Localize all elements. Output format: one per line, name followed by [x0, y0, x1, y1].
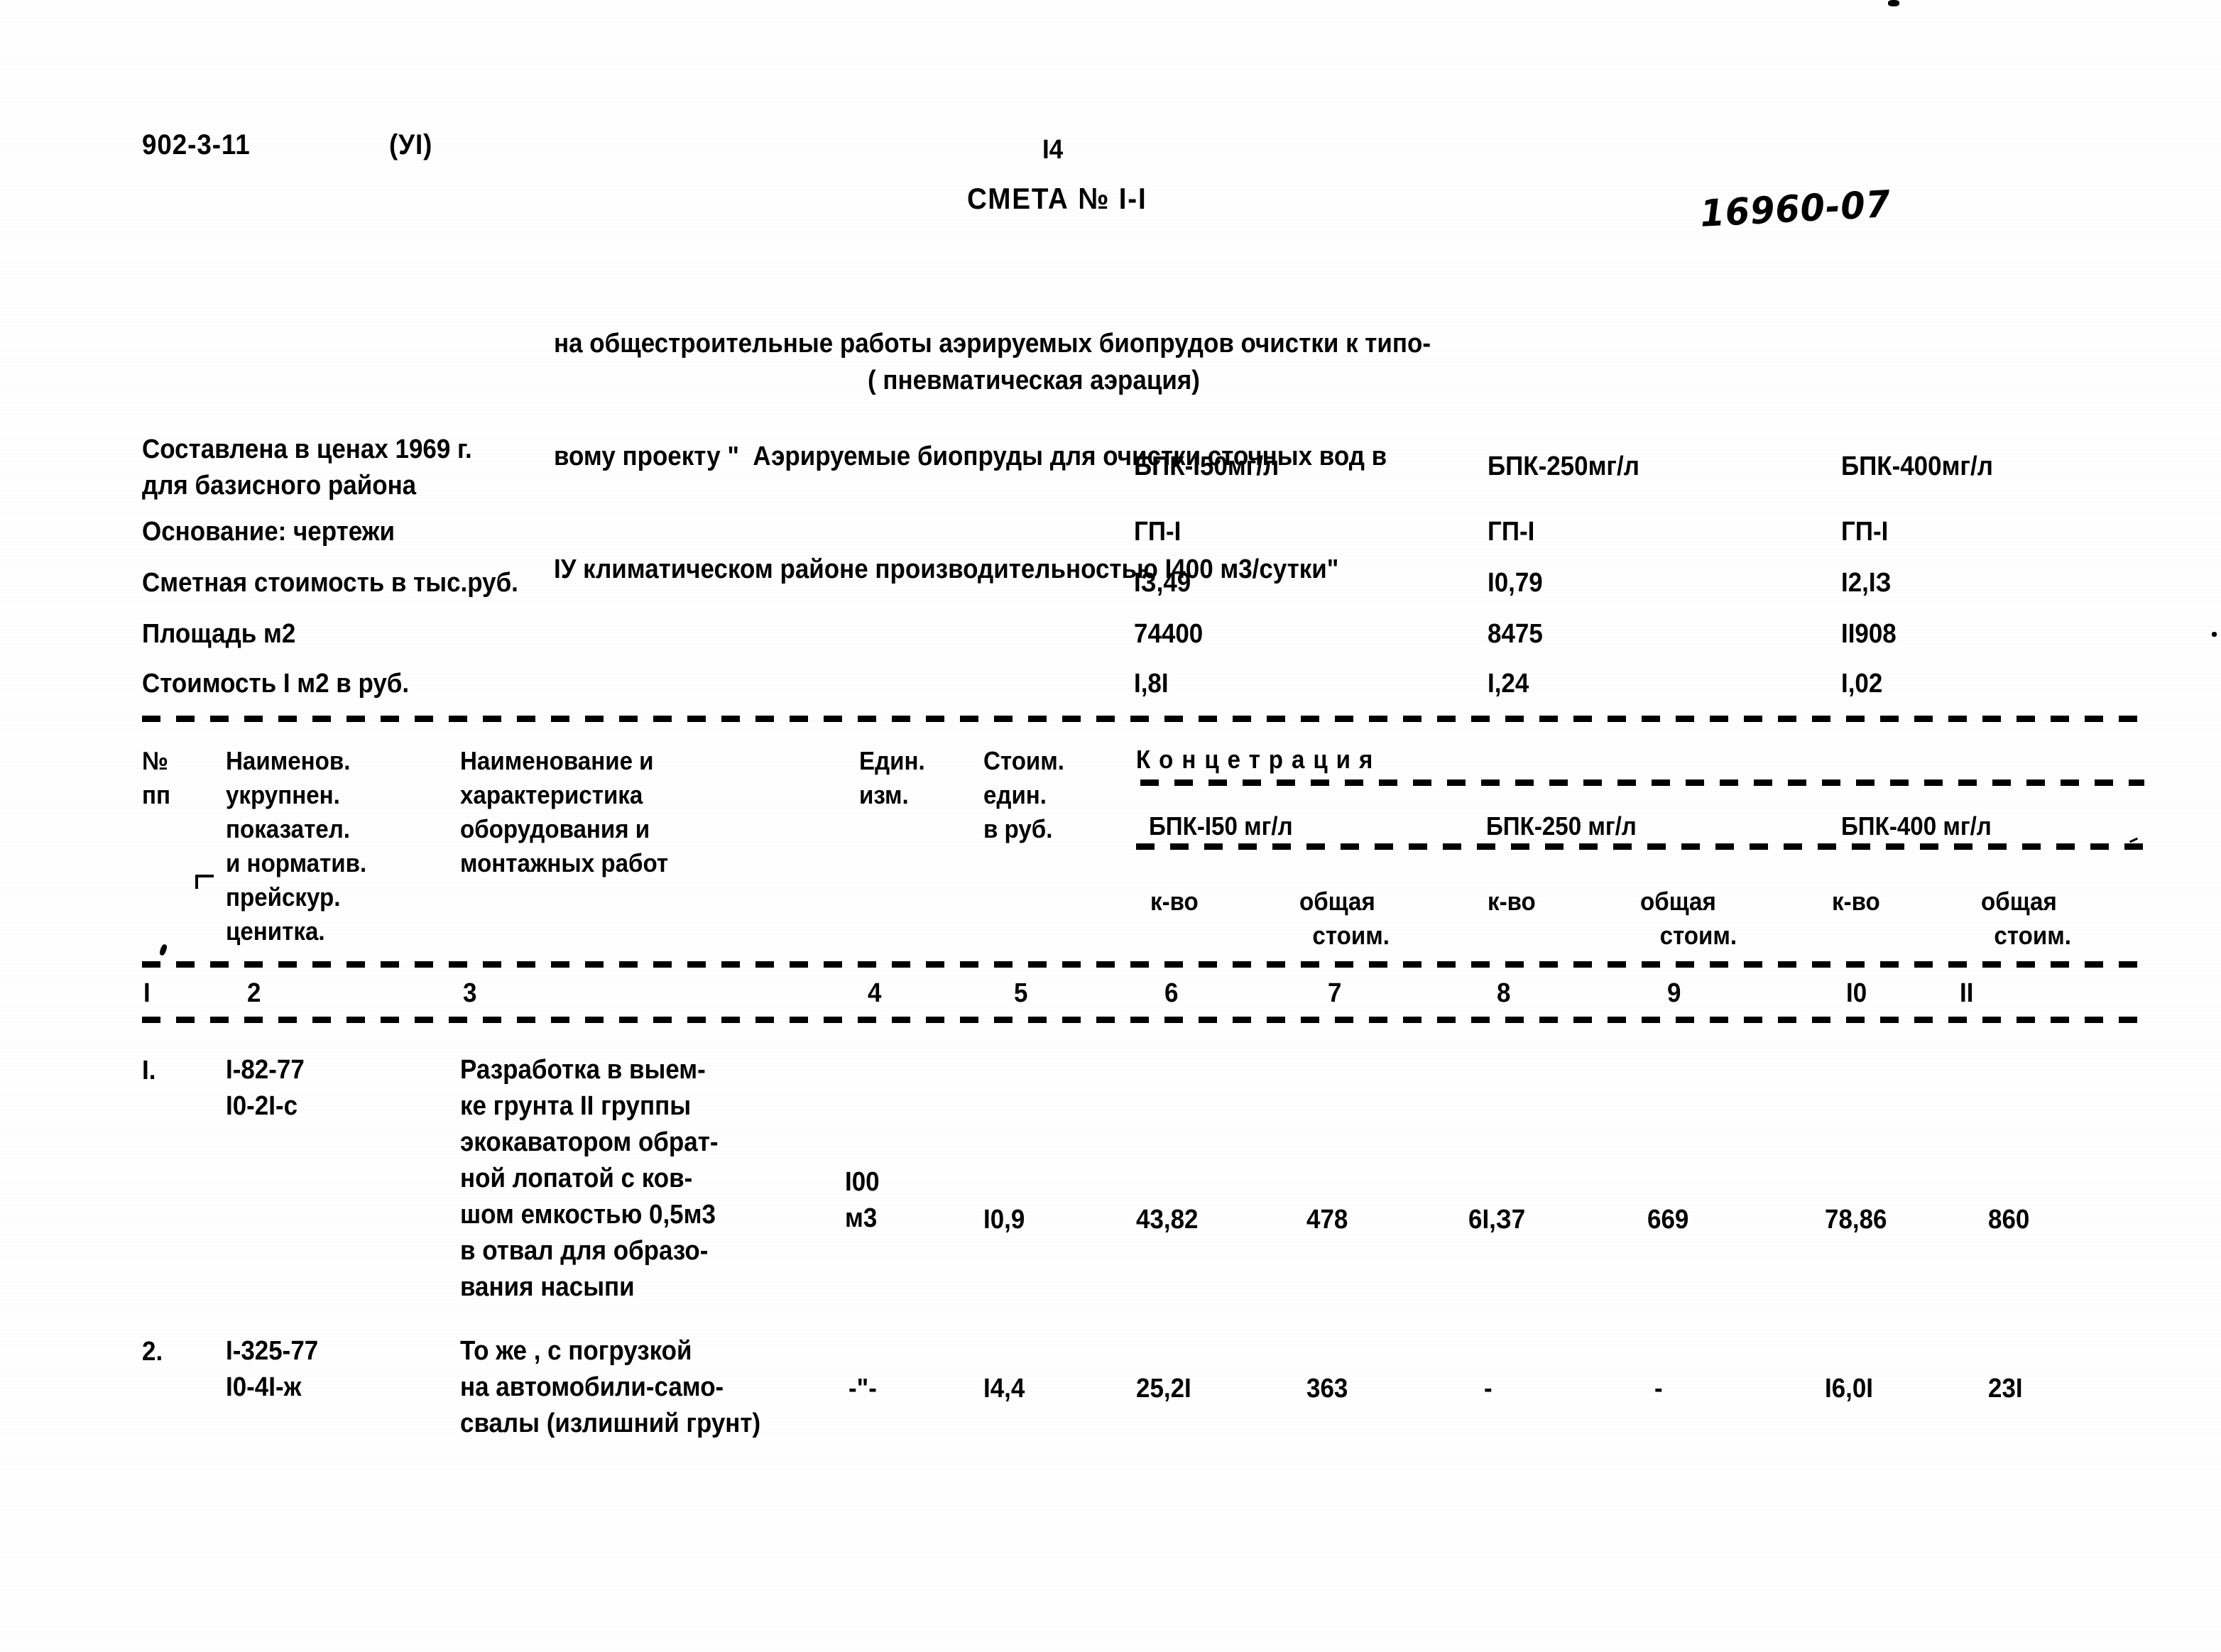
row-2-unit-cost: І4,4: [983, 1374, 1025, 1404]
table-header-col-3: Наименование и характеристика оборудован…: [460, 746, 669, 877]
info-value-stoimost-m2-a: І,8І: [1134, 669, 1169, 699]
column-number-9: 9: [1667, 978, 1681, 1008]
info-label-prices: Составлена в ценах 1969 г. для базисного…: [142, 432, 472, 504]
info-value-osnovanie-b: ГП-І: [1488, 517, 1535, 547]
table-header-bpk-400: БПК-400 мг/л: [1841, 811, 1992, 841]
row-1-bpk150-total: 478: [1306, 1205, 1348, 1235]
info-label-stoimost-m2: Стоимость І м2 в руб.: [142, 669, 410, 699]
info-value-smetnaya-b: І0,79: [1488, 568, 1543, 598]
info-value-bpk-400: БПК-400мг/л: [1841, 452, 1993, 481]
colnum-top-rule: [142, 961, 2144, 968]
row-2-number: 2.: [142, 1337, 163, 1367]
info-value-osnovanie-c: ГП-І: [1841, 517, 1889, 547]
handwritten-archive-code: 16960-07: [1699, 182, 1892, 236]
info-value-stoimost-m2-b: І,24: [1488, 669, 1529, 699]
table-header-concentration: Концетрация: [1136, 745, 1382, 774]
info-label-smetnaya-stoimost: Сметная стоимость в тыс.руб.: [142, 568, 518, 598]
table-top-rule: [142, 716, 2144, 722]
table-subheader-qty-400: к-во: [1832, 887, 1880, 916]
row-2-bpk150-qty: 25,2І: [1136, 1374, 1191, 1404]
column-number-10: І0: [1846, 978, 1867, 1008]
info-value-ploshad-a: 74400: [1134, 619, 1204, 649]
table-header-col-4: Един. изм.: [859, 746, 925, 809]
info-label-prices-line2: для базисного района: [142, 471, 417, 500]
table-header-col-5: Стоим. един. в руб.: [983, 746, 1065, 843]
table-subheader-total-400: общая стоим.: [1981, 887, 2071, 950]
page-number: І4: [1042, 135, 1064, 165]
row-2-description: То же , с погрузкой на автомобили-само- …: [460, 1336, 761, 1438]
info-value-bpk-250: БПК-250мг/л: [1488, 452, 1639, 481]
column-number-4: 4: [868, 978, 882, 1008]
colnum-bottom-rule: [142, 1017, 2144, 1023]
table-header-col-2: Наименов. укрупнен. показател. и нормати…: [226, 746, 367, 946]
row-1-description: Разработка в выем- ке грунта ІІ группы э…: [460, 1055, 719, 1302]
column-number-8: 8: [1497, 978, 1511, 1008]
bpk-subheader-rule: [1136, 843, 2144, 850]
concentration-rule: [1140, 779, 2144, 786]
row-2-bpk150-total: 363: [1306, 1374, 1348, 1404]
info-value-smetnaya-c: І2,ІЗ: [1841, 568, 1892, 598]
scan-speck-right: [2212, 632, 2217, 637]
column-number-1: І: [143, 978, 151, 1008]
scan-tick-mark: [2129, 837, 2139, 843]
table-subheader-qty-150: к-во: [1150, 887, 1199, 916]
subtitle-line-4: ( пневматическая аэрация): [868, 366, 1200, 395]
row-1-bpk400-total: 860: [1988, 1205, 2030, 1235]
column-number-7: 7: [1328, 978, 1342, 1008]
row-1-unit-cost: І0,9: [983, 1205, 1025, 1235]
row-1-unit: І00 м3: [845, 1167, 880, 1233]
column-number-11: ІІ: [1960, 978, 1974, 1008]
info-label-ploshad: Площадь м2: [142, 619, 296, 649]
table-subheader-qty-250: к-во: [1488, 887, 1536, 916]
info-value-osnovanie-a: ГП-І: [1134, 517, 1182, 547]
row-2-code: І-325-77 І0-4І-ж: [226, 1336, 319, 1402]
row-2-bpk400-total: 23І: [1988, 1374, 2023, 1404]
row-2-bpk400-qty: І6,0І: [1825, 1374, 1874, 1404]
table-subheader-total-250: общая стоим.: [1640, 887, 1737, 950]
row-1-bpk400-qty: 78,86: [1825, 1205, 1887, 1235]
subtitle-line-3: ІУ климатическом районе производительнос…: [554, 554, 1339, 584]
document-subtitle: на общестроительные работы аэрируемых би…: [554, 250, 1431, 664]
info-value-bpk-150: БПК-І50мг/л: [1134, 452, 1279, 481]
info-value-smetnaya-a: ІЗ,49: [1134, 568, 1191, 598]
column-number-6: 6: [1164, 978, 1179, 1008]
scan-corner-mark: [195, 875, 214, 889]
row-2-bpk250-total: -: [1654, 1374, 1663, 1404]
table-header-bpk-250: БПК-250 мг/л: [1486, 811, 1637, 841]
scan-speck-table: [158, 943, 168, 956]
info-value-ploshad-b: 8475: [1488, 619, 1543, 649]
page-title: СМЕТА № І-І: [967, 182, 1147, 215]
table-header-col-1: № пп: [142, 746, 171, 809]
row-1-number: І.: [142, 1056, 156, 1085]
table-header-bpk-150: БПК-І50 мг/л: [1149, 811, 1293, 841]
column-number-2: 2: [247, 978, 261, 1008]
row-2-unit: -"-: [848, 1374, 877, 1404]
row-1-bpk250-qty: 6І,З7: [1468, 1205, 1526, 1235]
row-1-code: І-82-77 І0-2І-с: [226, 1055, 305, 1121]
info-value-stoimost-m2-c: І,02: [1841, 669, 1883, 699]
table-subheader-total-150: общая стоим.: [1299, 887, 1390, 950]
column-number-3: 3: [463, 978, 477, 1008]
row-1-bpk250-total: 669: [1647, 1205, 1689, 1235]
row-1-bpk150-qty: 43,82: [1136, 1205, 1199, 1235]
column-number-5: 5: [1014, 978, 1028, 1008]
subtitle-line-2: вому проекту " Аэрируемые биопруды для о…: [554, 442, 1387, 471]
document-volume: (УІ): [389, 129, 433, 160]
info-value-ploshad-c: ІІ908: [1841, 619, 1897, 649]
info-label-prices-line1: Составлена в ценах 1969 г.: [142, 434, 472, 464]
document-code: 902-3-11: [142, 129, 251, 160]
subtitle-line-1: на общестроительные работы аэрируемых би…: [554, 329, 1431, 359]
document-page: 902-3-11 (УІ) І4 СМЕТА № І-І 16960-07 на…: [0, 0, 2221, 1652]
scan-speck-top: [1888, 0, 1899, 6]
info-label-osnovanie: Основание: чертежи: [142, 517, 395, 547]
row-2-bpk250-qty: -: [1484, 1374, 1493, 1404]
